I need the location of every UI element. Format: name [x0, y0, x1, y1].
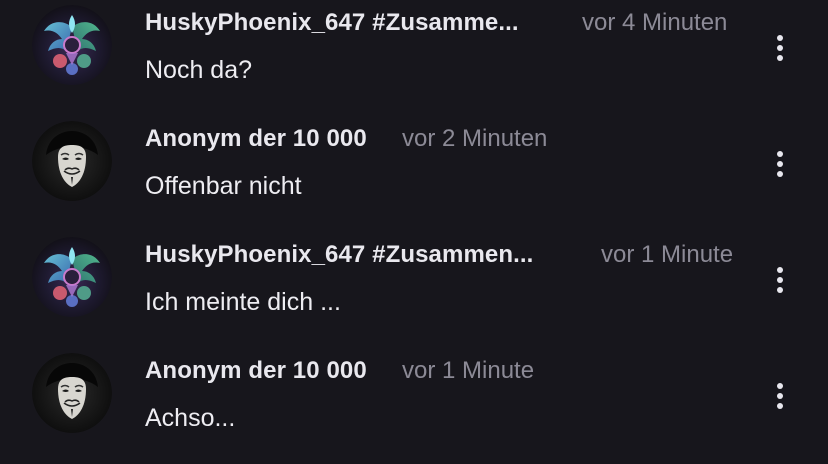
- comment-author[interactable]: HuskyPhoenix_647 #Zusamme...: [145, 9, 557, 37]
- guy-fawkes-mask-icon[interactable]: [32, 121, 112, 201]
- menu-dot: [777, 45, 783, 51]
- menu-dot: [777, 35, 783, 41]
- comment-timestamp: vor 4 Minuten: [582, 9, 728, 36]
- menu-dot: [777, 55, 783, 61]
- menu-dot: [777, 267, 783, 273]
- menu-dot: [777, 383, 783, 389]
- comment-timestamp: vor 1 Minute: [601, 241, 734, 268]
- comment-text: Ich meinte dich ...: [145, 288, 341, 316]
- menu-dot: [777, 287, 783, 293]
- menu-dot: [777, 171, 783, 177]
- comment-list: HuskyPhoenix_647 #Zusamme... vor 4 Minut…: [0, 0, 828, 444]
- menu-dot: [777, 393, 783, 399]
- comment-item: HuskyPhoenix_647 #Zusammen... vor 1 Minu…: [0, 232, 828, 348]
- more-vertical-icon[interactable]: [766, 146, 794, 182]
- more-vertical-icon[interactable]: [766, 262, 794, 298]
- comment-text: Noch da?: [145, 56, 253, 84]
- menu-dot: [777, 161, 783, 167]
- comment-author[interactable]: Anonym der 10 000: [145, 125, 367, 153]
- menu-dot: [777, 403, 783, 409]
- comment-author[interactable]: HuskyPhoenix_647 #Zusammen...: [145, 241, 573, 269]
- phoenix-emblem-icon[interactable]: [32, 5, 112, 85]
- comment-text: Offenbar nicht: [145, 172, 302, 200]
- comment-text: Achso...: [145, 404, 236, 432]
- comment-timestamp: vor 2 Minuten: [402, 125, 548, 152]
- comment-item: Anonym der 10 000 vor 2 Minuten Offenbar…: [0, 116, 828, 232]
- guy-fawkes-mask-icon[interactable]: [32, 353, 112, 433]
- menu-dot: [777, 151, 783, 157]
- comment-author[interactable]: Anonym der 10 000: [145, 357, 367, 385]
- menu-dot: [777, 277, 783, 283]
- phoenix-emblem-icon[interactable]: [32, 237, 112, 317]
- comment-timestamp: vor 1 Minute: [402, 357, 535, 384]
- more-vertical-icon[interactable]: [766, 30, 794, 66]
- more-vertical-icon[interactable]: [766, 378, 794, 414]
- comment-item: Anonym der 10 000 vor 1 Minute Achso...: [0, 348, 828, 464]
- comment-item: HuskyPhoenix_647 #Zusamme... vor 4 Minut…: [0, 0, 828, 116]
